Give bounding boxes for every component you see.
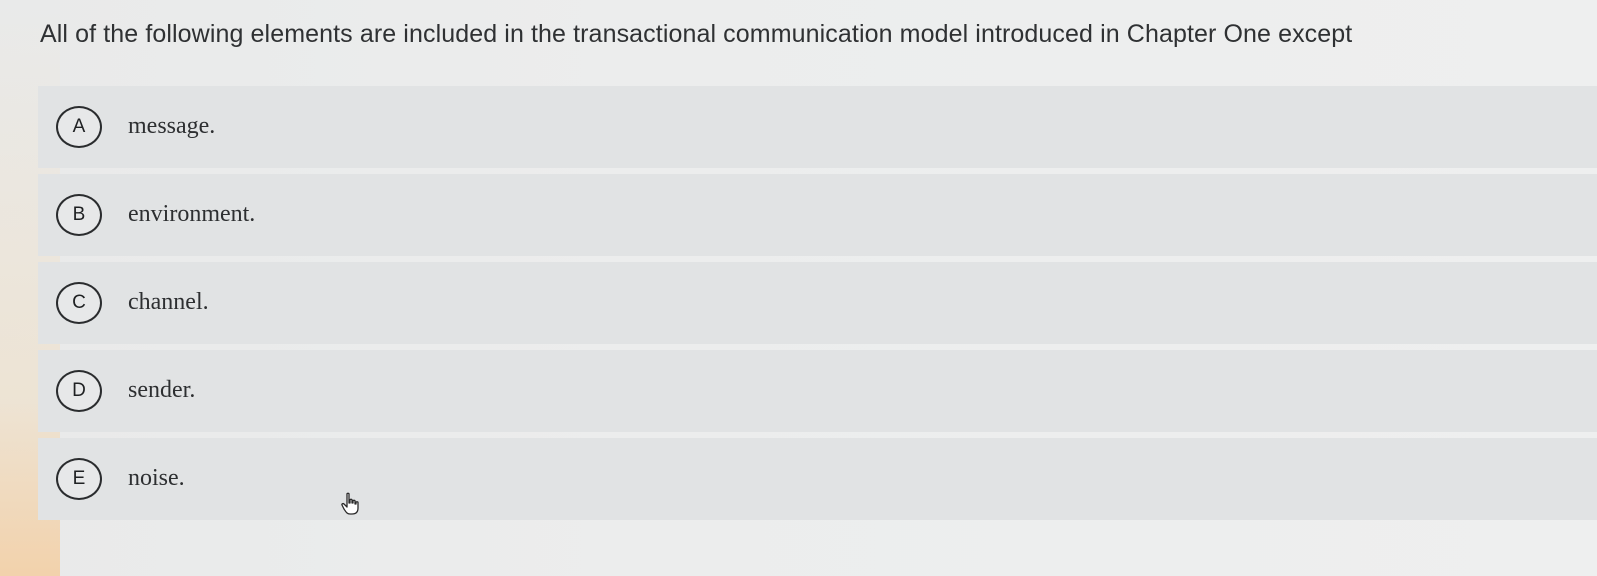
answer-options: A message. B environment. C channel. D s… (38, 86, 1597, 526)
option-a[interactable]: A message. (38, 86, 1597, 168)
option-label: message. (128, 112, 216, 139)
option-letter-badge: C (56, 282, 102, 324)
option-c[interactable]: C channel. (38, 262, 1597, 344)
option-letter-badge: B (56, 194, 102, 236)
option-b[interactable]: B environment. (38, 174, 1597, 256)
option-label: sender. (128, 376, 196, 403)
option-e[interactable]: E noise. (38, 438, 1597, 520)
option-letter-badge: D (56, 370, 102, 412)
option-d[interactable]: D sender. (38, 350, 1597, 432)
option-label: noise. (128, 464, 185, 491)
hand-pointer-icon (341, 492, 359, 515)
option-label: channel. (128, 288, 209, 315)
question-text: All of the following elements are includ… (40, 20, 1353, 48)
option-label: environment. (128, 200, 256, 227)
option-letter-badge: E (56, 458, 102, 500)
option-letter-badge: A (56, 106, 102, 148)
